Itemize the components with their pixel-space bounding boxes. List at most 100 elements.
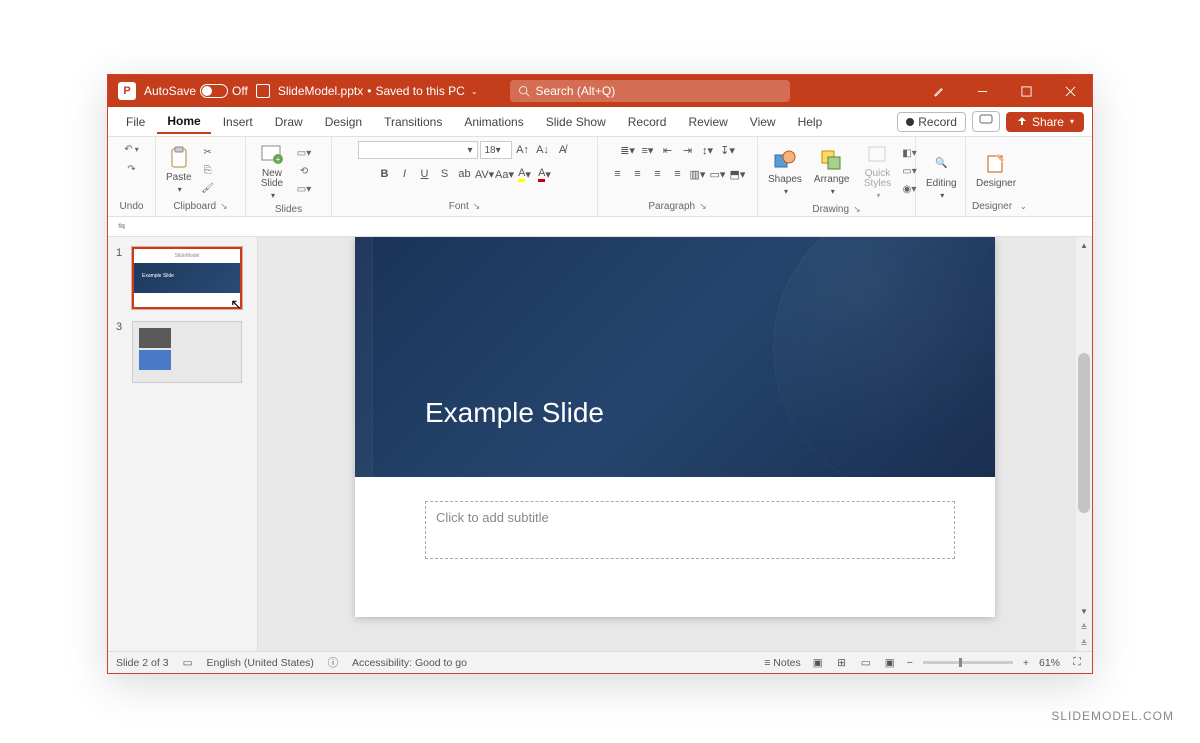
spacing-button[interactable]: AV▾ [476,165,494,183]
file-title[interactable]: SlideModel.pptx • Saved to this PC ⌄ [278,84,478,98]
zoom-slider[interactable] [923,661,1013,664]
slideshow-view-icon[interactable]: ▣ [883,656,897,670]
cut-button[interactable]: ✂ [200,144,216,160]
align-center-button[interactable]: ≡ [629,165,647,183]
accessibility-status[interactable]: Accessibility: Good to go [352,657,467,669]
comments-button[interactable] [972,111,1000,132]
arrange-button[interactable]: Arrange▾ [810,146,854,198]
next-slide-icon[interactable]: ≚ [1081,635,1088,651]
slide-canvas-area[interactable]: Example Slide Click to add subtitle [258,237,1092,651]
font-size-dropdown[interactable]: 18▾ [480,141,512,159]
scroll-up-icon[interactable]: ▲ [1080,237,1088,253]
language-status[interactable]: English (United States) [207,657,314,669]
align-right-button[interactable]: ≡ [649,165,667,183]
new-slide-button[interactable]: + New Slide▾ [252,141,292,202]
columns-button[interactable]: ▥▾ [689,165,707,183]
tab-record[interactable]: Record [618,111,677,133]
tab-review[interactable]: Review [678,111,737,133]
reset-button[interactable]: ⟲ [296,164,312,180]
tab-view[interactable]: View [740,111,786,133]
text-direction-button[interactable]: ↧▾ [719,141,737,159]
indent-inc-button[interactable]: ⇥ [679,141,697,159]
slide-thumbnail-1[interactable]: SlideModel Example Slide ↖ [132,247,242,309]
dialog-launcher-icon[interactable]: ↘ [220,201,228,211]
decrease-font-button[interactable]: A↓ [534,141,552,159]
tab-insert[interactable]: Insert [213,111,263,133]
bullets-button[interactable]: ≣▾ [619,141,637,159]
pen-icon[interactable] [916,75,960,107]
underline-button[interactable]: U [416,165,434,183]
font-color-button[interactable]: A▾ [536,165,554,183]
tab-transitions[interactable]: Transitions [374,111,452,133]
editing-button[interactable]: 🔍 Editing▾ [922,150,961,202]
slide-title[interactable]: Example Slide [425,397,604,429]
layout-button[interactable]: ▭▾ [296,146,312,162]
numbering-button[interactable]: ≡▾ [639,141,657,159]
dialog-launcher-icon[interactable]: ↘ [853,204,861,214]
autosave-toggle[interactable]: AutoSave Off [144,84,248,98]
redo-button[interactable]: ↷ [124,161,140,177]
vertical-scrollbar[interactable]: ▲ ▼ ≙ ≚ [1076,237,1092,651]
slide-thumbnail-3[interactable] [132,321,242,383]
case-button[interactable]: Aa▾ [496,165,514,183]
zoom-in-button[interactable]: + [1023,657,1029,669]
minimize-button[interactable] [960,75,1004,107]
tab-slideshow[interactable]: Slide Show [536,111,616,133]
line-spacing-button[interactable]: ↕▾ [699,141,717,159]
strike-button[interactable]: S [436,165,454,183]
tab-file[interactable]: File [116,111,155,133]
save-icon[interactable] [256,84,270,98]
tab-design[interactable]: Design [315,111,372,133]
copy-button[interactable]: ⎘ [200,162,216,178]
scroll-track[interactable] [1076,253,1092,603]
zoom-level[interactable]: 61% [1039,657,1060,669]
dialog-launcher-icon[interactable]: ↘ [699,201,707,211]
italic-button[interactable]: I [396,165,414,183]
scroll-down-icon[interactable]: ▼ [1080,603,1088,619]
bold-button[interactable]: B [376,165,394,183]
shapes-button[interactable]: Shapes▾ [764,146,806,198]
tab-help[interactable]: Help [788,111,833,133]
chevron-down-icon[interactable]: ⌄ [471,87,478,96]
increase-font-button[interactable]: A↑ [514,141,532,159]
sorter-view-icon[interactable]: ⊞ [835,656,849,670]
slide-canvas[interactable]: Example Slide Click to add subtitle [355,237,995,617]
designer-button[interactable]: Designer [972,150,1020,191]
indent-dec-button[interactable]: ⇤ [659,141,677,159]
tab-animations[interactable]: Animations [454,111,533,133]
maximize-button[interactable] [1004,75,1048,107]
ribbon-collapse-icon[interactable]: ⌄ [1020,202,1027,211]
undo-button[interactable]: ↶▾ [124,141,140,157]
toggle-icon[interactable] [200,84,228,98]
qat-expand-icon[interactable]: ⇋ [118,221,126,232]
highlight-button[interactable]: A▾ [516,165,534,183]
fit-window-icon[interactable]: ⛶ [1070,656,1084,670]
format-painter-button[interactable]: 🖌 [200,180,216,196]
scroll-thumb[interactable] [1078,353,1090,513]
share-button[interactable]: Share▾ [1006,112,1084,132]
normal-view-icon[interactable]: ▣ [811,656,825,670]
clear-format-button[interactable]: A̸ [554,141,572,159]
reading-view-icon[interactable]: ▭ [859,656,873,670]
prev-slide-icon[interactable]: ≙ [1081,619,1088,635]
font-name-dropdown[interactable]: ▾ [358,141,478,159]
close-button[interactable] [1048,75,1092,107]
notes-button[interactable]: ≡ Notes [764,657,800,669]
zoom-out-button[interactable]: − [907,657,913,669]
tab-home[interactable]: Home [157,110,210,134]
align-left-button[interactable]: ≡ [609,165,627,183]
section-button[interactable]: ▭▾ [296,182,312,198]
quick-styles-button[interactable]: Quick Styles▾ [858,141,898,202]
align-text-button[interactable]: ▭▾ [709,165,727,183]
search-box[interactable]: Search (Alt+Q) [510,80,790,102]
tab-draw[interactable]: Draw [265,111,313,133]
shadow-button[interactable]: ab [456,165,474,183]
paste-button[interactable]: Paste▾ [162,144,196,196]
accessibility-icon[interactable]: ⓘ [326,656,340,670]
record-button[interactable]: Record [897,112,966,132]
justify-button[interactable]: ≡ [669,165,687,183]
subtitle-placeholder[interactable]: Click to add subtitle [425,501,955,559]
dialog-launcher-icon[interactable]: ↘ [473,201,481,211]
smartart-button[interactable]: ⬒▾ [729,165,747,183]
spellcheck-icon[interactable]: ▭ [181,656,195,670]
